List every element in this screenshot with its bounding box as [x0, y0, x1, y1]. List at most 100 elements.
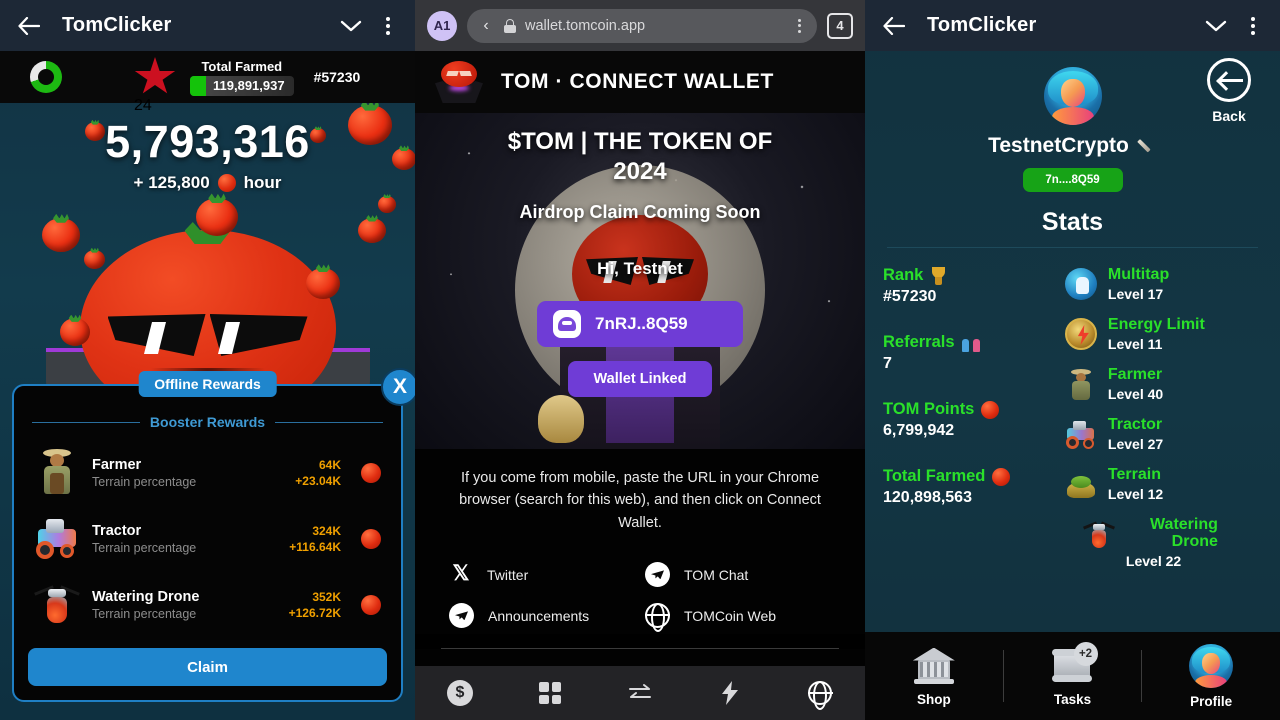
boost-label: Terrain [1107, 465, 1161, 483]
username-row: TestnetCrypto [865, 134, 1280, 158]
swap-arrows-icon[interactable] [625, 678, 655, 708]
level-badge-value: 24 [134, 97, 152, 114]
pencil-edit-icon[interactable] [1138, 137, 1157, 156]
boost-label: Farmer [1107, 365, 1163, 383]
app-title: TomClicker [62, 14, 172, 36]
telegram-icon [449, 603, 474, 629]
energy-limit-icon [1064, 317, 1097, 350]
hero-overlay: $TOM | THE TOKEN OF 2024 Airdrop Claim C… [415, 113, 865, 449]
dollar-circle-icon[interactable]: $ [445, 678, 475, 708]
tractor-icon [34, 513, 80, 565]
boost-level: Level 11 [1107, 335, 1163, 352]
reward-name: Tractor [92, 523, 142, 539]
reward-row: Tractor Terrain percentage 324K +116.64K [28, 506, 387, 572]
reward-desc: Terrain percentage [92, 541, 197, 555]
user-avatar-icon[interactable] [1043, 67, 1102, 125]
nav-tasks[interactable]: +2 Tasks [1004, 641, 1142, 707]
rate-value: + 125,800 [133, 172, 210, 192]
reward-text: Farmer Terrain percentage [92, 457, 283, 489]
tomato-icon [361, 595, 381, 615]
link-tom-chat[interactable]: TOM Chat [645, 562, 831, 588]
link-label: Twitter [487, 566, 529, 583]
wallet-status-button[interactable]: Wallet Linked [567, 360, 713, 397]
social-links: 𝕏 Twitter TOM Chat Announcements TOMCoin… [415, 548, 865, 635]
more-vertical-icon[interactable] [375, 12, 401, 40]
boost-label: Watering Drone [1150, 515, 1218, 551]
hero-line-3: Airdrop Claim Coming Soon [519, 201, 761, 222]
star-shape [134, 57, 176, 94]
boost-level: Level 12 [1107, 485, 1164, 502]
address-bar[interactable]: ‹ wallet.tomcoin.app [467, 8, 817, 43]
wallet-address-button[interactable]: 7nRJ..8Q59 [537, 300, 743, 347]
stat-value: 7 [883, 355, 892, 372]
link-label: TOM Chat [684, 566, 749, 583]
boost-text: Farmer Level 40 [1108, 366, 1163, 402]
energy-ring-icon [30, 61, 62, 93]
rate-unit: hour [243, 172, 282, 192]
chevron-down-icon[interactable] [1202, 12, 1230, 40]
chrome-toolbar: A1 ‹ wallet.tomcoin.app 4 [415, 0, 865, 51]
profile-panel: TomClicker Back TestnetCrypto 7n....8Q59… [865, 0, 1280, 720]
lightning-bolt-icon[interactable] [715, 678, 745, 708]
stats-title: Stats [1041, 208, 1104, 236]
claim-button[interactable]: Claim [28, 648, 387, 686]
stat-label-row: Rank [883, 266, 1065, 285]
stats-grid: Rank #57230 Referrals 7 TOM Points 6,799… [865, 248, 1280, 583]
nav-shop[interactable]: Shop [865, 646, 1003, 707]
watering-drone-icon [1082, 518, 1115, 550]
stat-rank: Rank #57230 [883, 266, 1065, 306]
browser-panel: A1 ‹ wallet.tomcoin.app 4 TOM · CONNECT … [415, 0, 865, 720]
boost-label: Energy Limit [1107, 315, 1205, 333]
grid-apps-icon[interactable] [535, 678, 565, 708]
more-vertical-icon[interactable] [1240, 12, 1266, 40]
globe-icon[interactable] [805, 678, 835, 708]
reward-text: Watering Drone Terrain percentage [92, 589, 277, 621]
wallet-address: 7nRJ..8Q59 [595, 313, 688, 333]
reward-gain: +23.04K [295, 474, 341, 488]
back-arrow-icon[interactable] [14, 11, 44, 41]
wallet-address-chip[interactable]: 7n....8Q59 [1022, 168, 1123, 192]
reward-row: Watering Drone Terrain percentage 352K +… [28, 572, 387, 638]
instruction-note: If you come from mobile, paste the URL i… [415, 449, 865, 549]
shop-icon [911, 646, 957, 686]
boost-level: Level 22 [1125, 553, 1182, 570]
boost-text: Multitap Level 17 [1108, 266, 1169, 302]
close-icon[interactable]: X [381, 368, 415, 406]
back-arrow-icon[interactable] [879, 11, 909, 41]
rule-left [32, 421, 140, 423]
farmer-icon [34, 447, 80, 499]
total-farmed-block: Total Farmed 119,891,937 [190, 59, 294, 96]
reward-desc: Terrain percentage [92, 607, 197, 621]
tab-count-button[interactable]: 4 [827, 12, 853, 39]
instruction-text: If you come from mobile, paste the URL i… [459, 470, 821, 531]
floating-tomato [42, 218, 80, 252]
reward-values: 352K +126.72K [289, 590, 341, 620]
reward-name: Farmer [92, 457, 142, 473]
link-announcements[interactable]: Announcements [449, 603, 635, 629]
rule-right [275, 421, 383, 423]
telegram-header-bar: TomClicker [0, 0, 415, 51]
boost-level: Level 17 [1107, 285, 1164, 302]
multitap-icon [1064, 268, 1097, 300]
profile-icon [1189, 643, 1234, 688]
link-tomcoin-web[interactable]: TOMCoin Web [645, 603, 831, 629]
back-chevron-icon[interactable]: ‹ [477, 17, 495, 35]
account-avatar[interactable]: A1 [427, 10, 457, 41]
tom-mascot-icon [431, 59, 487, 105]
url-text: wallet.tomcoin.app [525, 17, 646, 34]
more-vertical-icon[interactable] [791, 18, 807, 33]
people-icon [961, 334, 980, 352]
stat-label: Total Farmed [883, 467, 986, 485]
modal-title: Offline Rewards [138, 371, 277, 397]
chevron-down-icon[interactable] [337, 12, 365, 40]
link-twitter[interactable]: 𝕏 Twitter [449, 562, 635, 587]
total-farmed-value: 119,891,937 [213, 78, 285, 93]
telegram-header-bar: TomClicker [865, 0, 1280, 51]
score-area: 5,793,316 + 125,800 hour [0, 103, 415, 208]
app-bottom-nav: Shop +2 Tasks Profile [865, 632, 1280, 720]
stat-label-row: Total Farmed [883, 467, 1065, 486]
link-label: Announcements [488, 607, 590, 624]
nav-profile[interactable]: Profile [1142, 643, 1280, 709]
farmed-fill [190, 75, 206, 96]
offline-rewards-modal: Offline Rewards X Booster Rewards Farmer… [12, 368, 415, 702]
